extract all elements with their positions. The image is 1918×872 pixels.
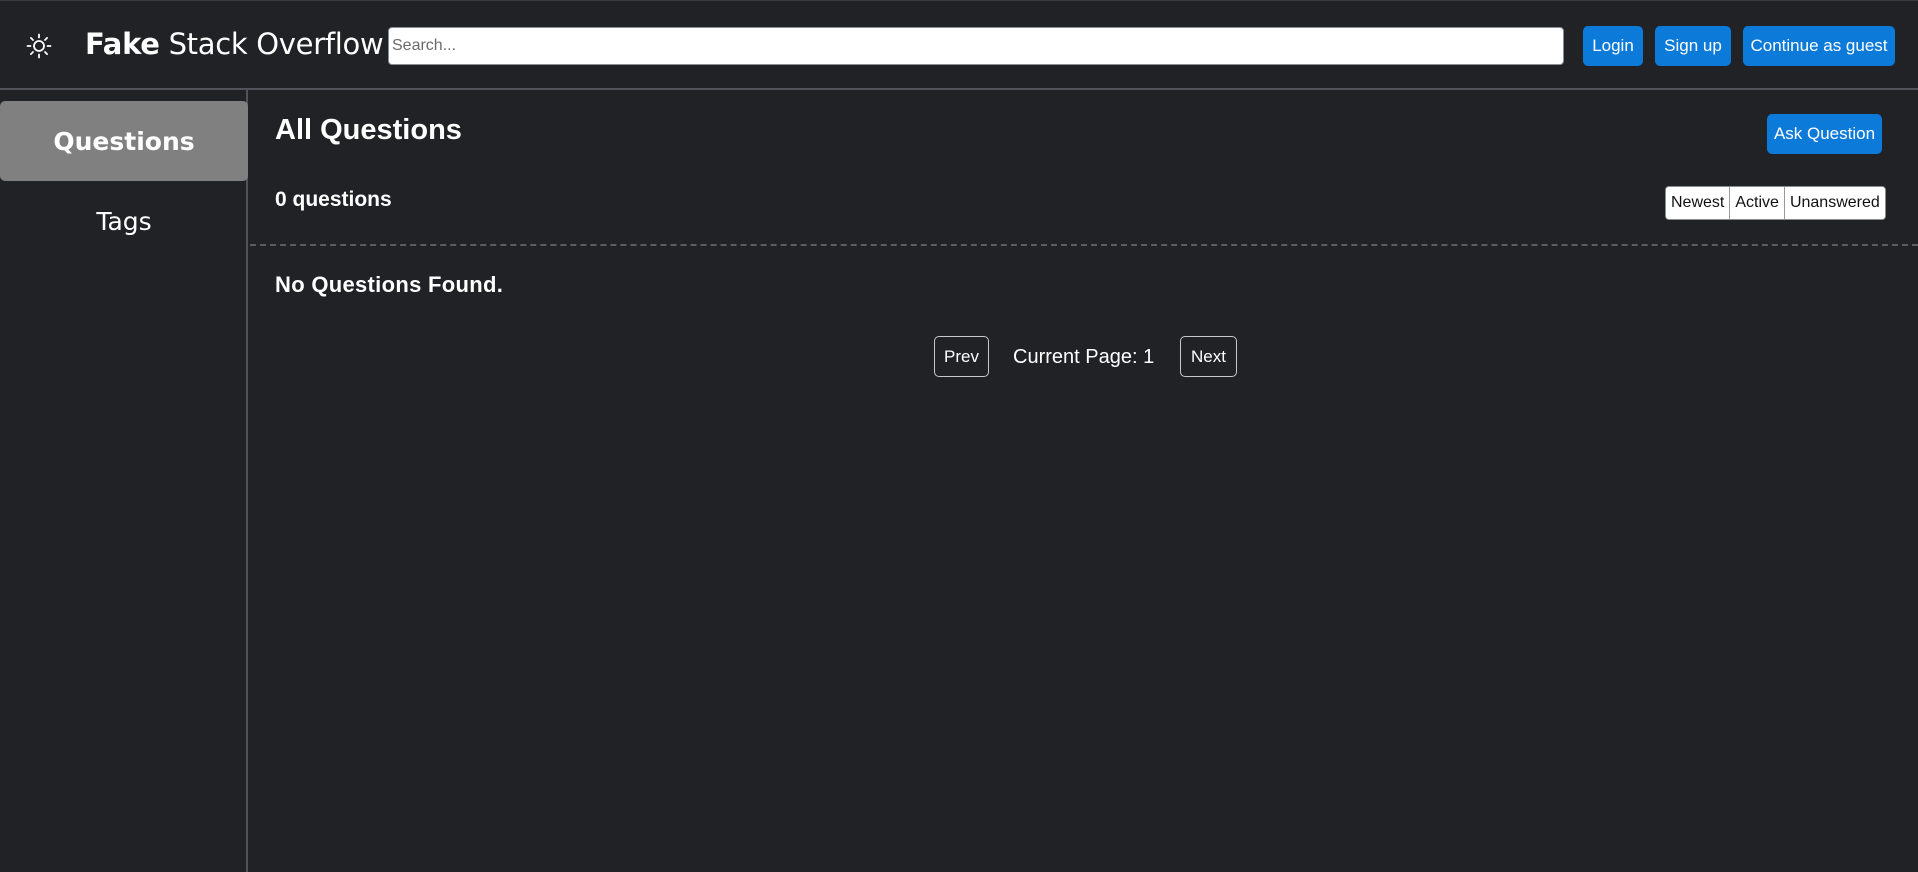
current-page-label: Current Page: 1: [1013, 346, 1155, 368]
sidebar-item-tags[interactable]: Tags: [0, 181, 248, 261]
sort-active-button[interactable]: Active: [1730, 187, 1785, 219]
empty-state-message: No Questions Found.: [275, 272, 504, 297]
sort-unanswered-button[interactable]: Unanswered: [1784, 187, 1885, 219]
main-content: All Questions Ask Question 0 questions N…: [250, 90, 1918, 872]
brand-bold-text: Fake: [85, 27, 160, 61]
signup-button[interactable]: Sign up: [1655, 26, 1731, 66]
search-input[interactable]: [388, 27, 1564, 65]
theme-toggle-button[interactable]: [24, 31, 54, 61]
ask-question-button[interactable]: Ask Question: [1767, 114, 1882, 154]
divider: [250, 244, 1918, 246]
sort-button-group: Newest Active Unanswered: [1665, 186, 1886, 220]
question-count: 0 questions: [275, 188, 392, 211]
sidebar-item-questions[interactable]: Questions: [0, 101, 248, 181]
sort-newest-button[interactable]: Newest: [1666, 187, 1731, 219]
top-header: Fake Stack Overflow Login Sign up Contin…: [0, 0, 1918, 90]
next-page-button[interactable]: Next: [1180, 336, 1237, 377]
sun-icon: [26, 33, 52, 59]
continue-as-guest-button[interactable]: Continue as guest: [1743, 26, 1895, 66]
site-logo[interactable]: Fake Stack Overflow: [85, 27, 384, 61]
sidebar-item-label: Tags: [96, 206, 152, 236]
login-button[interactable]: Login: [1583, 26, 1643, 66]
brand-rest-text: Stack Overflow: [159, 27, 384, 61]
prev-page-button[interactable]: Prev: [934, 336, 989, 377]
sidebar-item-label: Questions: [53, 126, 195, 156]
page-title: All Questions: [275, 114, 462, 146]
sidebar: Questions Tags: [0, 90, 248, 872]
